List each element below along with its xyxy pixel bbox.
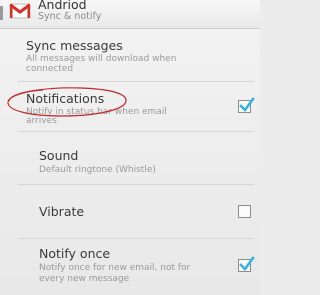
pref-summary: connected bbox=[26, 64, 74, 74]
pref-sound[interactable]: Sound Default ringtone (Whistle) bbox=[0, 132, 260, 184]
pref-notify-once[interactable]: Notify once Notify once for new email, n… bbox=[0, 239, 260, 295]
pref-summary: arrives bbox=[26, 116, 57, 126]
pref-title: Sync messages bbox=[26, 38, 123, 53]
pref-summary: Notify once for new email, not for bbox=[39, 263, 191, 273]
screen-subtitle: Sync & notify bbox=[38, 11, 102, 22]
pref-title: Notifications bbox=[26, 91, 105, 106]
gmail-envelope-icon[interactable] bbox=[9, 1, 31, 20]
notifications-checkbox[interactable] bbox=[238, 97, 255, 113]
action-bar: Andriod Sync & notify bbox=[0, 0, 260, 29]
pref-summary: every new message bbox=[39, 274, 130, 284]
up-chevron-icon[interactable] bbox=[0, 6, 3, 20]
vibrate-checkbox[interactable] bbox=[238, 205, 251, 218]
settings-screen: Andriod Sync & notify Sync messages All … bbox=[0, 0, 260, 295]
notify-once-checkbox[interactable] bbox=[238, 256, 255, 272]
pref-sync-messages[interactable]: Sync messages All messages will download… bbox=[0, 29, 260, 81]
checkmark-icon bbox=[239, 256, 255, 271]
pref-title: Vibrate bbox=[39, 204, 85, 219]
pref-vibrate[interactable]: Vibrate bbox=[0, 185, 260, 237]
checkmark-icon bbox=[239, 97, 255, 112]
pref-summary: Default ringtone (Whistle) bbox=[39, 165, 156, 175]
pref-title: Notify once bbox=[39, 246, 111, 261]
pref-notifications[interactable]: Notifications Notify in status bar when … bbox=[0, 82, 260, 130]
pref-title: Sound bbox=[39, 148, 79, 163]
